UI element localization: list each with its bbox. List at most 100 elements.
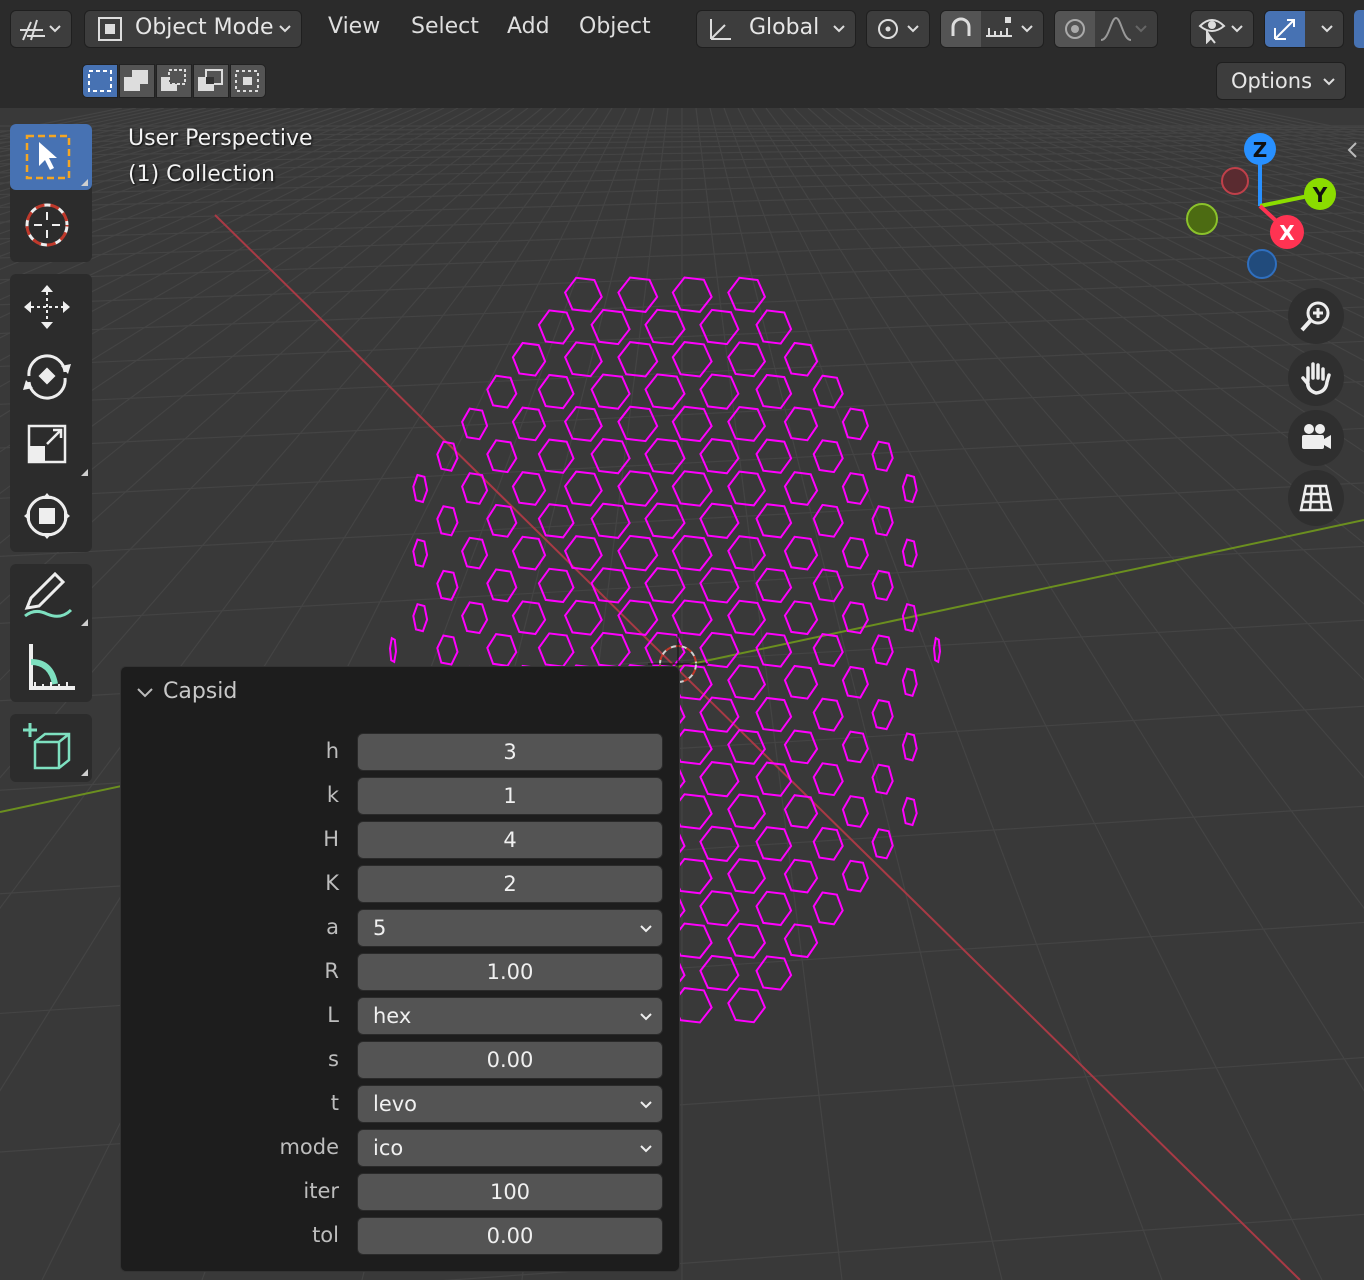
- tool-annotate[interactable]: [10, 564, 92, 630]
- zoom-button[interactable]: [1288, 288, 1344, 344]
- chevron-down-icon: [49, 25, 61, 33]
- select-new-icon: [88, 70, 112, 92]
- select-box-icon: [25, 134, 71, 180]
- tool-move[interactable]: [10, 274, 92, 340]
- param-number-field[interactable]: 1.00: [357, 953, 663, 991]
- tool-variants-indicator: [81, 769, 88, 776]
- y-label: Y: [1312, 183, 1328, 207]
- param-value: 1.00: [486, 960, 534, 984]
- proportional-edit-icon: [1065, 19, 1085, 39]
- proportional-edit-group: [1054, 10, 1158, 48]
- param-value: hex: [373, 1004, 412, 1028]
- param-value: 4: [503, 828, 517, 852]
- neg-z-handle: [1247, 249, 1277, 279]
- param-row-s: s 0.00: [121, 1041, 681, 1081]
- transform-icon: [24, 493, 70, 539]
- tool-measure[interactable]: [10, 634, 92, 700]
- move-arrows-icon: [24, 285, 70, 329]
- menu-select[interactable]: Select: [411, 14, 479, 39]
- chevron-down-icon: [640, 925, 652, 933]
- select-mode-extend[interactable]: [119, 64, 155, 98]
- transform-orientation-dropdown[interactable]: Global: [696, 10, 856, 48]
- param-dropdown[interactable]: levo: [357, 1085, 663, 1123]
- object-mode-dropdown[interactable]: Object Mode: [84, 10, 302, 48]
- gizmo-dropdown[interactable]: [1264, 10, 1344, 48]
- param-dropdown[interactable]: ico: [357, 1129, 663, 1167]
- ortho-toggle-button[interactable]: [1288, 470, 1344, 526]
- neg-y-handle: [1186, 203, 1218, 235]
- chevron-down-icon: [833, 25, 845, 33]
- select-mode-new[interactable]: [82, 64, 118, 98]
- menu-object[interactable]: Object: [579, 14, 651, 39]
- param-number-field[interactable]: 2: [357, 865, 663, 903]
- falloff-curve-icon[interactable]: [1099, 14, 1133, 44]
- tool-cursor[interactable]: [10, 194, 92, 260]
- gizmo-arrows-icon: [1274, 19, 1295, 40]
- param-row-t: t levo: [121, 1085, 681, 1125]
- param-number-field[interactable]: 0.00: [357, 1217, 663, 1255]
- chevron-down-icon: [640, 1101, 652, 1109]
- snap-group: [940, 10, 1044, 48]
- param-label: H: [323, 827, 339, 851]
- tool-transform[interactable]: [10, 484, 92, 550]
- navigation-gizmo[interactable]: Z Y X: [1180, 130, 1350, 280]
- param-number-field[interactable]: 4: [357, 821, 663, 859]
- param-label: mode: [279, 1135, 339, 1159]
- tool-scale[interactable]: [10, 414, 92, 480]
- param-label: R: [324, 959, 339, 983]
- pivot-point-dropdown[interactable]: [866, 10, 930, 48]
- pan-button[interactable]: [1288, 350, 1344, 406]
- select-mode-subtract[interactable]: [156, 64, 192, 98]
- magnet-icon: [951, 17, 971, 36]
- param-number-field[interactable]: 100: [357, 1173, 663, 1211]
- camera-icon: [1302, 424, 1331, 449]
- annotate-pencil-icon: [24, 572, 73, 618]
- param-label: a: [326, 915, 339, 939]
- proportional-edit-toggle[interactable]: [1055, 11, 1095, 47]
- menu-add[interactable]: Add: [507, 14, 550, 39]
- select-mode-intersect[interactable]: [230, 64, 266, 98]
- param-value: 0.00: [486, 1224, 534, 1248]
- tool-add-cube[interactable]: [10, 714, 92, 780]
- chevron-down-icon: [1321, 25, 1333, 33]
- chevron-down-icon: [640, 1013, 652, 1021]
- param-value: levo: [373, 1092, 418, 1116]
- visibility-dropdown[interactable]: [1190, 10, 1254, 48]
- camera-view-button[interactable]: [1288, 410, 1344, 466]
- eye-pointer-icon: [1198, 19, 1226, 44]
- param-number-field[interactable]: 0.00: [357, 1041, 663, 1079]
- param-label: tol: [312, 1223, 339, 1247]
- param-row-h: h3: [121, 733, 681, 773]
- hand-pan-icon: [1301, 362, 1331, 395]
- menu-view[interactable]: View: [328, 14, 380, 39]
- select-mode-invert[interactable]: [193, 64, 229, 98]
- param-dropdown[interactable]: hex: [357, 997, 663, 1035]
- chevron-down-icon: [1323, 78, 1335, 86]
- param-label: t: [330, 1091, 339, 1115]
- tool-variants-indicator: [81, 179, 88, 186]
- tool-rotate[interactable]: [10, 344, 92, 410]
- param-dropdown[interactable]: 5: [357, 909, 663, 947]
- toolbar-group-annotate: [10, 564, 92, 702]
- param-row-a: a5: [121, 909, 681, 949]
- capsid-operator-panel: Capsid h 3 k 1 H 4 K 2 a 5 R 1.00 Lhex s 0.00 t levo mode…: [120, 666, 680, 1272]
- scale-icon: [27, 424, 67, 464]
- param-row-H: H4: [121, 821, 681, 861]
- panel-title[interactable]: Capsid: [163, 679, 237, 704]
- toolbar-group-select: [10, 124, 92, 262]
- param-number-field[interactable]: 1: [357, 777, 663, 815]
- chevron-down-icon[interactable]: [135, 683, 155, 703]
- param-number-field[interactable]: 3: [357, 733, 663, 771]
- tool-select-box[interactable]: [10, 124, 92, 190]
- snap-toggle[interactable]: [941, 11, 981, 47]
- tool-variants-indicator: [81, 469, 88, 476]
- header-edge-accent: [1354, 10, 1364, 48]
- param-label: iter: [303, 1179, 339, 1203]
- snap-increment-icon[interactable]: [983, 14, 1015, 44]
- options-dropdown[interactable]: Options: [1216, 62, 1346, 100]
- param-value: 1: [503, 784, 517, 808]
- param-row-L: Lhex: [121, 997, 681, 1037]
- gizmo-toggle[interactable]: [1265, 11, 1305, 47]
- editor-type-button[interactable]: [10, 10, 72, 48]
- object-mode-icon: [98, 17, 122, 41]
